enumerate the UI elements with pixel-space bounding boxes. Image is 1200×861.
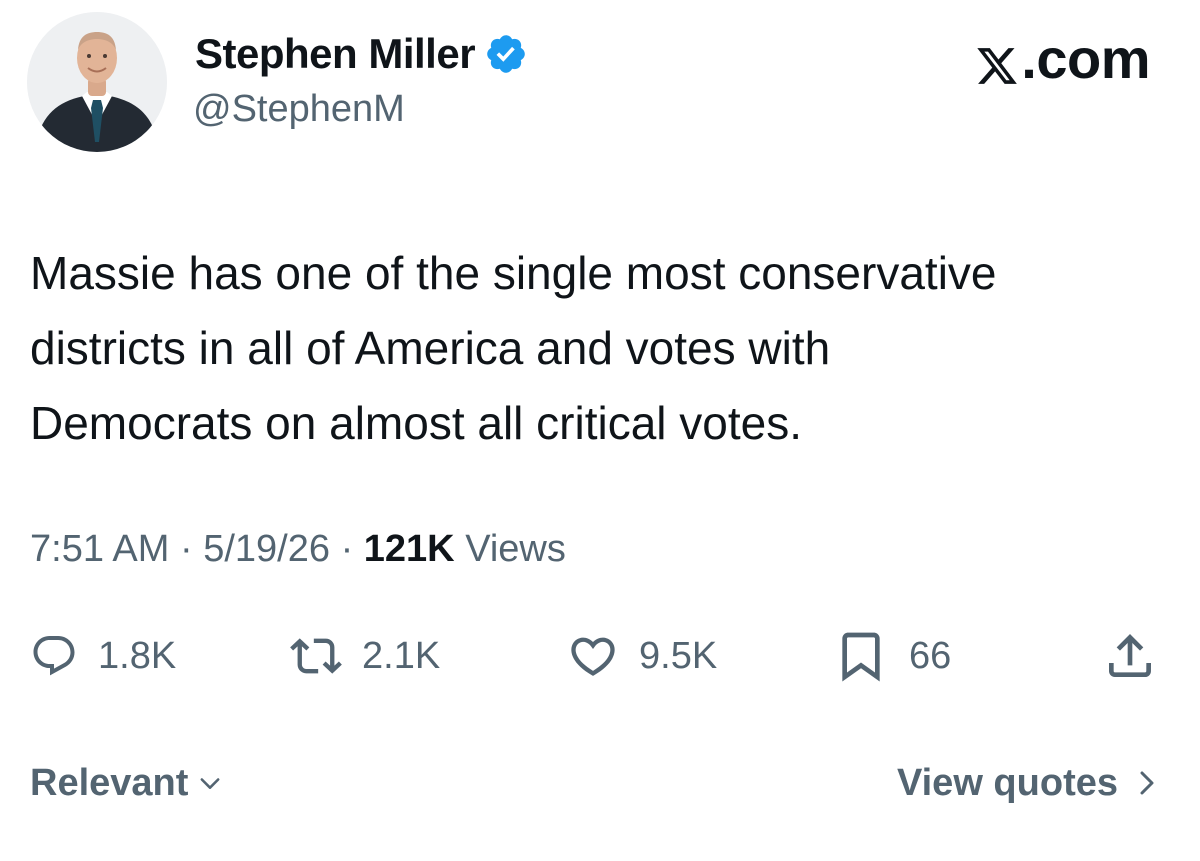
action-bar: 1.8K 2.1K 9.5K 66 <box>0 624 1200 688</box>
repost-button[interactable]: 2.1K <box>290 624 440 688</box>
tweet-text: Massie has one of the single most conser… <box>30 236 1180 461</box>
views-count: 121K <box>363 528 455 570</box>
sort-replies-dropdown[interactable]: Relevant <box>30 758 224 808</box>
reply-button[interactable]: 1.8K <box>30 624 176 688</box>
tweet-text-line: Massie has one of the single most conser… <box>30 247 997 299</box>
meta-separator: · <box>179 528 193 570</box>
view-quotes-link[interactable]: View quotes <box>897 758 1158 808</box>
chevron-right-icon <box>1140 771 1154 795</box>
repost-count: 2.1K <box>362 634 441 677</box>
verified-badge-icon <box>484 32 528 76</box>
like-count: 9.5K <box>639 634 718 677</box>
sort-replies-label: Relevant <box>30 761 189 804</box>
brand-suffix: .com <box>1021 26 1150 90</box>
tweet-time[interactable]: 7:51 AM <box>30 528 169 570</box>
bookmark-count: 66 <box>909 634 952 677</box>
bookmark-button[interactable]: 66 <box>833 624 951 688</box>
heart-icon <box>571 637 615 676</box>
share-icon <box>1109 634 1151 677</box>
repost-icon <box>290 638 342 674</box>
views-label: Views <box>465 528 566 570</box>
tweet-text-line: Democrats on almost all critical votes. <box>30 397 803 449</box>
tweet-date[interactable]: 5/19/26 <box>203 528 330 570</box>
author-name-row: Stephen Miller <box>195 28 528 80</box>
tweet-meta: 7:51 AM · 5/19/26 · 121K Views <box>30 528 566 571</box>
reply-icon <box>33 636 75 676</box>
meta-separator: · <box>340 528 354 570</box>
avatar-photo <box>27 12 167 152</box>
chevron-down-icon <box>200 778 220 789</box>
author-handle[interactable]: @StephenM <box>193 88 405 131</box>
like-button[interactable]: 9.5K <box>567 624 717 688</box>
brand-watermark: .com <box>975 26 1150 90</box>
x-logo-icon <box>975 36 1019 84</box>
reply-count: 1.8K <box>98 634 177 677</box>
bookmark-icon <box>842 632 880 682</box>
view-quotes-label: View quotes <box>896 761 1118 804</box>
share-button[interactable] <box>1102 624 1158 688</box>
tweet-text-line: districts in all of America and votes wi… <box>30 322 831 374</box>
author-display-name[interactable]: Stephen Miller <box>195 30 476 78</box>
avatar[interactable] <box>27 12 167 152</box>
